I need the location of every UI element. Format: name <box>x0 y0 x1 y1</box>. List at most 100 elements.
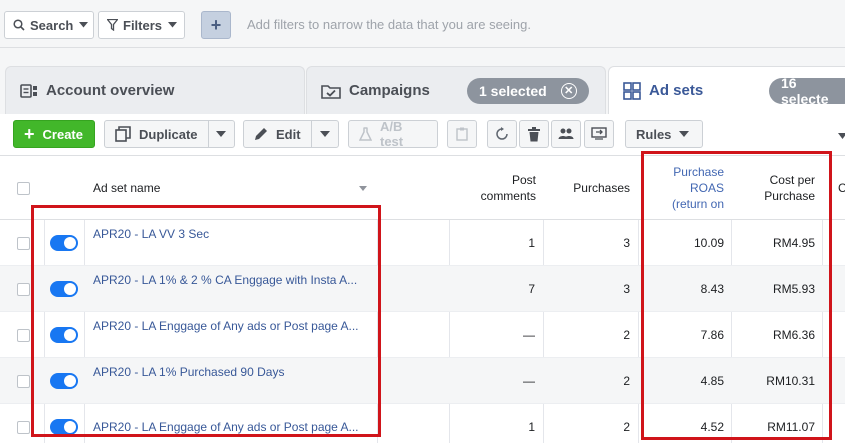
table-header: Ad set name Post comments Purchases Purc… <box>0 156 845 220</box>
post-comments-value: 1 <box>528 236 535 250</box>
post-comments-value: 1 <box>528 420 535 434</box>
column-header-purchase-roas[interactable]: Purchase ROAS (return on <box>640 156 724 220</box>
edit-label: Edit <box>276 126 301 142</box>
column-header-ad-set-name[interactable]: Ad set name <box>93 156 375 220</box>
campaigns-selected-pill[interactable]: 1 selected ✕ <box>467 78 589 104</box>
refresh-icon <box>496 127 508 140</box>
ad-set-name-link[interactable]: APR20 - LA Enggage of Any ads or Post pa… <box>93 404 359 443</box>
edit-dropdown[interactable] <box>310 121 338 147</box>
clipboard-icon <box>456 127 468 141</box>
filters-button[interactable]: Filters <box>98 11 185 39</box>
ad-set-name-link[interactable]: APR20 - LA VV 3 Sec <box>93 220 209 248</box>
select-all-checkbox[interactable] <box>17 156 30 220</box>
search-icon <box>13 19 25 31</box>
column-header-purchases[interactable]: Purchases <box>544 156 630 220</box>
cost-per-purchase-value: RM10.31 <box>766 374 815 388</box>
table-row[interactable]: APR20 - LA VV 3 Sec 1 3 10.09 RM4.95 <box>0 220 845 266</box>
filter-funnel-icon <box>107 19 118 31</box>
row-checkbox[interactable] <box>17 266 30 312</box>
ad-set-name-link[interactable]: APR20 - LA Enggage of Any ads or Post pa… <box>93 312 359 340</box>
create-label: Create <box>42 126 83 142</box>
post-comments-value: — <box>523 374 535 388</box>
sort-caret-icon <box>359 185 367 191</box>
delivery-toggle[interactable] <box>50 404 78 443</box>
column-header-post-comments[interactable]: Post comments <box>450 156 536 220</box>
tab-label: Account overview <box>46 82 175 99</box>
roas-value: 10.09 <box>693 236 724 250</box>
ad-sets-table: Ad set name Post comments Purchases Purc… <box>0 156 845 443</box>
delivery-toggle[interactable] <box>50 358 78 404</box>
duplicate-dropdown[interactable] <box>207 121 234 147</box>
ab-test-label: A/B test <box>380 119 404 149</box>
table-row[interactable]: APR20 - LA 1% Purchased 90 Days — 2 4.85… <box>0 358 845 404</box>
search-label: Search <box>30 17 74 33</box>
chevron-down-icon <box>79 22 89 28</box>
selected-count: 16 selecte <box>781 75 829 107</box>
tab-campaigns[interactable]: Campaigns 1 selected ✕ <box>306 66 606 114</box>
roas-value: 8.43 <box>700 282 724 296</box>
rules-label: Rules <box>636 126 672 142</box>
cost-per-purchase-value: RM11.07 <box>767 420 815 434</box>
plus-icon: + <box>24 123 35 144</box>
roas-value: 4.85 <box>700 374 724 388</box>
column-header-label: Ad set name <box>93 181 161 195</box>
delivery-toggle[interactable] <box>50 312 78 358</box>
purchases-value: 2 <box>623 374 630 388</box>
table-row[interactable]: APR20 - LA Enggage of Any ads or Post pa… <box>0 312 845 358</box>
roas-value: 7.86 <box>700 328 724 342</box>
post-comments-value: — <box>523 328 535 342</box>
ad-sets-selected-pill[interactable]: 16 selecte <box>769 75 845 107</box>
people-icon <box>558 128 574 139</box>
duplicate-button[interactable]: Duplicate <box>104 120 235 148</box>
row-checkbox[interactable] <box>17 312 30 358</box>
plus-icon: + <box>210 14 222 35</box>
refresh-button[interactable] <box>487 120 517 148</box>
tab-account-overview[interactable]: Account overview <box>5 66 305 114</box>
post-comments-value: 7 <box>528 282 535 296</box>
delivery-toggle[interactable] <box>50 266 78 312</box>
clear-selection-close-icon[interactable]: ✕ <box>560 83 577 99</box>
delivery-toggle[interactable] <box>50 220 78 266</box>
tab-ad-sets[interactable]: Ad sets 16 selecte <box>608 66 845 114</box>
search-button[interactable]: Search <box>4 11 94 39</box>
row-checkbox[interactable] <box>17 404 30 443</box>
rules-button[interactable]: Rules <box>625 120 703 148</box>
chevron-down-icon <box>168 22 178 28</box>
tab-label: Campaigns <box>349 82 430 99</box>
column-header-label: Post comments <box>480 173 536 203</box>
table-row[interactable]: APR20 - LA 1% & 2 % CA Enggage with Inst… <box>0 266 845 312</box>
add-filter-button[interactable]: + <box>201 11 231 39</box>
account-overview-icon <box>20 83 38 98</box>
create-button[interactable]: + Create <box>13 120 95 148</box>
chevron-down-icon <box>319 131 330 137</box>
flask-icon <box>359 127 372 141</box>
row-checkbox[interactable] <box>17 220 30 266</box>
row-checkbox[interactable] <box>17 358 30 404</box>
campaigns-folder-icon <box>321 83 341 99</box>
duplicate-label: Duplicate <box>139 126 198 142</box>
trash-icon <box>528 126 540 141</box>
ad-sets-grid-icon <box>623 81 641 100</box>
filter-hint-text: Add filters to narrow the data that you … <box>247 17 532 32</box>
ad-set-name-link[interactable]: APR20 - LA 1% & 2 % CA Enggage with Inst… <box>93 266 357 294</box>
chevron-down-icon <box>216 131 227 137</box>
table-row[interactable]: APR20 - LA Enggage of Any ads or Post pa… <box>0 404 845 443</box>
column-header-label: Cost per Purchase <box>764 173 815 203</box>
edit-button[interactable]: Edit <box>243 120 339 148</box>
chevron-down-icon[interactable] <box>838 128 845 142</box>
preview-button[interactable] <box>584 120 614 148</box>
cost-per-purchase-value: RM5.93 <box>772 282 815 296</box>
level-tabs: Account overview Campaigns 1 selected ✕ … <box>0 66 845 114</box>
audience-button[interactable] <box>551 120 581 148</box>
duplicate-icon <box>115 126 131 142</box>
action-toolbar: + Create Duplicate Edit A/B test Rules <box>0 114 845 156</box>
ad-set-name-link[interactable]: APR20 - LA 1% Purchased 90 Days <box>93 358 284 386</box>
column-header-cost-per-purchase[interactable]: Cost per Purchase <box>733 156 815 220</box>
ab-test-button[interactable]: A/B test <box>348 119 438 149</box>
clipboard-button[interactable] <box>447 120 477 148</box>
tab-label: Ad sets <box>649 82 704 99</box>
delete-button[interactable] <box>519 120 549 148</box>
column-header-overflow: C <box>838 181 845 195</box>
cost-per-purchase-value: RM4.95 <box>772 236 815 250</box>
column-header-label: Purchases <box>573 181 630 195</box>
